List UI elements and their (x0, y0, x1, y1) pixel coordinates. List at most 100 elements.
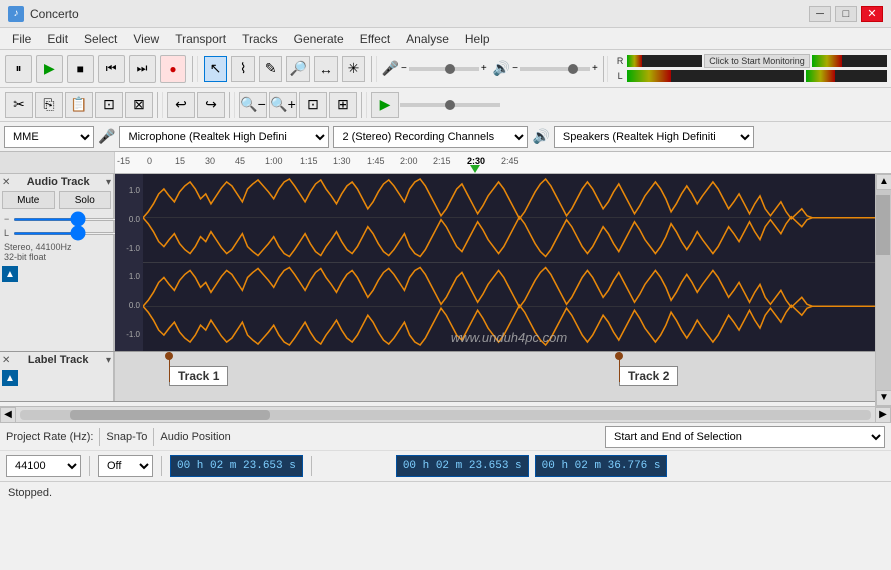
driver-select[interactable]: MME (4, 126, 94, 148)
scroll-thumb[interactable] (876, 195, 890, 255)
menu-edit[interactable]: Edit (39, 30, 76, 48)
timeshift-tool-button[interactable]: ↔ (314, 56, 338, 82)
label-track-close[interactable]: ✕ (2, 355, 10, 366)
skip-fwd-icon: ⏭ (137, 61, 148, 76)
speakers-select[interactable]: Speakers (Realtek High Definiti (554, 126, 754, 148)
label-track-dropdown[interactable]: ▾ (106, 355, 111, 366)
menu-generate[interactable]: Generate (286, 30, 352, 48)
menu-tracks[interactable]: Tracks (234, 30, 286, 48)
mic-icon: 🎤 (382, 60, 399, 77)
zoom-out-button[interactable]: 🔍− (239, 92, 267, 118)
minimize-button[interactable]: ─ (809, 6, 831, 22)
audio-track-panel: ✕ Audio Track ▾ Mute Solo − + L R (0, 174, 115, 351)
menu-file[interactable]: File (4, 30, 39, 48)
label-marker-2: Track 2 (615, 352, 678, 386)
selection-end-display[interactable]: 00 h 02 m 36.776 s (535, 455, 668, 477)
label-track-view[interactable]: Track 1 Track 2 (115, 352, 875, 401)
multi-tool-button[interactable]: ✳ (342, 56, 366, 82)
bottom-row1: Project Rate (Hz): Snap-To Audio Positio… (0, 423, 891, 451)
scroll-right-button[interactable]: ▶ (875, 407, 891, 423)
selection-mode-select[interactable]: Start and End of Selection Start and Len… (605, 426, 885, 448)
close-button[interactable]: ✕ (861, 6, 883, 22)
silence-button[interactable]: ⊠ (125, 92, 153, 118)
scroll-left-button[interactable]: ◀ (0, 407, 16, 423)
redo-button[interactable]: ↪ (197, 92, 225, 118)
vu-click-monitor[interactable]: Click to Start Monitoring (704, 54, 810, 68)
select-tool-button[interactable]: ↖ (204, 56, 228, 82)
track-close-icon[interactable]: ✕ (2, 177, 10, 188)
zoom-fit-button[interactable]: ⊡ (299, 92, 327, 118)
timeline-ruler[interactable]: -15 0 15 30 45 1:00 1:15 1:30 1:45 2:00 … (0, 152, 891, 174)
play-button[interactable]: ▶ (36, 55, 63, 83)
label-track-panel: ✕ Label Track ▾ ▲ (0, 352, 115, 401)
selection-start-display[interactable]: 00 h 02 m 23.653 s (396, 455, 529, 477)
track-dropdown-icon[interactable]: ▾ (106, 177, 111, 188)
mute-button[interactable]: Mute (2, 191, 55, 209)
zoom-tool-button[interactable]: 🔎 (286, 56, 310, 82)
waveform-scale: 1.0 0.0 -1.0 1.0 0.0 -1.0 (115, 174, 143, 351)
zoom-in-button[interactable]: 🔍+ (269, 92, 297, 118)
h-scroll-thumb[interactable] (70, 410, 270, 420)
vu-row-top: R Click to Start Monitoring (613, 54, 887, 68)
menu-view[interactable]: View (125, 30, 167, 48)
label-track: ✕ Label Track ▾ ▲ Track 1 (0, 352, 875, 402)
menu-help[interactable]: Help (457, 30, 498, 48)
maximize-button[interactable]: □ (835, 6, 857, 22)
menu-select[interactable]: Select (76, 30, 125, 48)
menu-effect[interactable]: Effect (352, 30, 398, 48)
skip-back-button[interactable]: ⏮ (98, 55, 125, 83)
zoom-full-button[interactable]: ⊞ (329, 92, 357, 118)
cut-button[interactable]: ✂ (5, 92, 33, 118)
trim-button[interactable]: ⊡ (95, 92, 123, 118)
mic-volume-slider[interactable] (409, 67, 479, 71)
undo-button[interactable]: ↩ (167, 92, 195, 118)
scroll-up-button[interactable]: ▲ (876, 174, 891, 190)
app-icon: ♪ (8, 6, 24, 22)
waveform-container: 1.0 0.0 -1.0 1.0 0.0 -1.0 (115, 174, 875, 351)
audio-position-label: Audio Position (160, 431, 230, 443)
horizontal-scrollbar[interactable]: ◀ ▶ (0, 406, 891, 422)
expand-icon: ▲ (5, 269, 15, 280)
channels-select[interactable]: 2 (Stereo) Recording Channels (333, 126, 528, 148)
draw-tool-button[interactable]: ✎ (259, 56, 283, 82)
track-expand-button[interactable]: ▲ (2, 266, 18, 282)
sep2 (153, 428, 154, 446)
scale-mid-ch2: 0.0 (115, 301, 143, 310)
playback-volume-slider[interactable] (520, 67, 590, 71)
vu-meters: R Click to Start Monitoring L (613, 54, 887, 83)
scroll-track[interactable] (876, 190, 891, 390)
envelope-tool-button[interactable]: ⌇ (231, 56, 255, 82)
paste-button[interactable]: 📋 (65, 92, 93, 118)
pause-button[interactable]: ⏸ (5, 55, 32, 83)
toolbar-separator3 (603, 56, 608, 82)
playback-cursor (470, 165, 480, 173)
menubar: File Edit Select View Transport Tracks G… (0, 28, 891, 50)
label-expand-button[interactable]: ▲ (2, 370, 18, 386)
snap-to-select[interactable]: Off (98, 455, 153, 477)
menu-transport[interactable]: Transport (167, 30, 234, 48)
vu-l-label: L (613, 71, 627, 81)
solo-button[interactable]: Solo (59, 191, 112, 209)
vertical-scrollbar[interactable]: ▲ ▼ (875, 174, 891, 406)
menu-analyse[interactable]: Analyse (398, 30, 457, 48)
label-expand-icon: ▲ (5, 373, 15, 384)
h-scroll-track[interactable] (20, 410, 871, 420)
playback-speed-slider[interactable] (400, 103, 500, 107)
sep3 (89, 456, 90, 476)
copy-button[interactable]: ⎘ (35, 92, 63, 118)
skip-fwd-button[interactable]: ⏭ (129, 55, 156, 83)
track-expand-row: ▲ (2, 266, 111, 282)
project-rate-select[interactable]: 44100 (6, 455, 81, 477)
stop-icon: ■ (77, 62, 84, 76)
microphone-select[interactable]: Microphone (Realtek High Defini (119, 126, 329, 148)
vol-min-label: − (512, 63, 518, 74)
audio-position-display[interactable]: 00 h 02 m 23.653 s (170, 455, 303, 477)
play-at-speed-button[interactable]: ▶ (371, 92, 399, 118)
waveform-view[interactable]: www.unduh4pc.com (143, 174, 875, 351)
statusbar: Stopped. (0, 481, 891, 503)
edit-sep1 (157, 92, 163, 118)
stop-button[interactable]: ■ (67, 55, 94, 83)
scroll-down-button[interactable]: ▼ (876, 390, 891, 406)
record-button[interactable]: ● (160, 55, 187, 83)
vu-r-label: R (613, 56, 627, 66)
